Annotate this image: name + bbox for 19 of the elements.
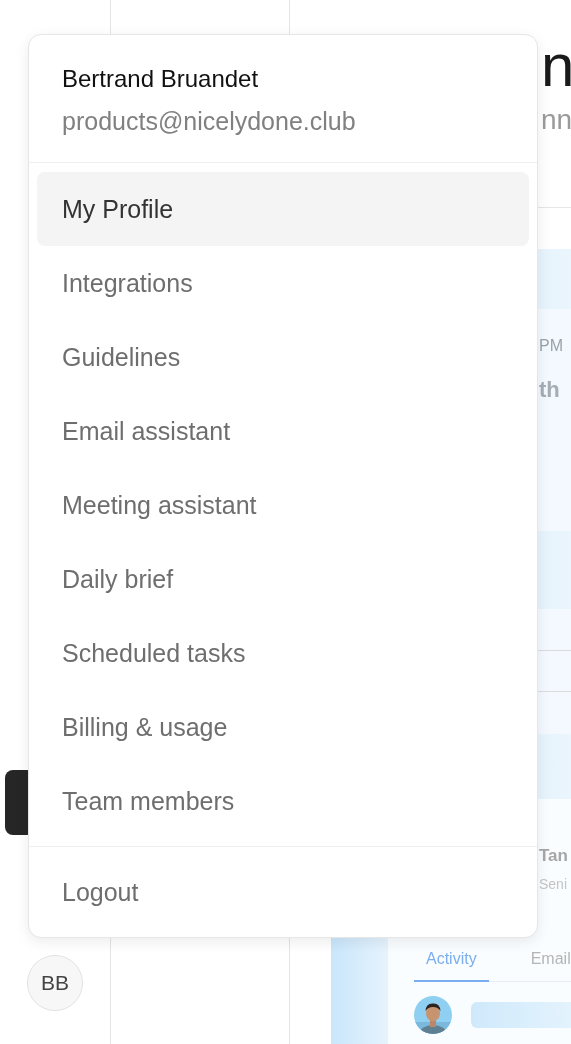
menu-item[interactable]: Daily brief: [37, 542, 529, 617]
user-avatar[interactable]: BB: [27, 955, 83, 1011]
contact-name: Tan: [539, 846, 568, 866]
logout-item[interactable]: Logout: [29, 847, 537, 937]
menu-item[interactable]: My Profile: [37, 172, 529, 247]
menu-item[interactable]: Email assistant: [37, 394, 529, 469]
menu-item[interactable]: Team members: [37, 764, 529, 839]
user-email: products@nicelydone.club: [62, 107, 357, 136]
menu-item[interactable]: Meeting assistant: [37, 468, 529, 543]
menu-item[interactable]: Scheduled tasks: [37, 616, 529, 691]
menu-item[interactable]: Integrations: [37, 246, 529, 321]
menu-item[interactable]: Billing & usage: [37, 690, 529, 765]
page-subtitle: nn: [541, 104, 571, 136]
event-time: PM: [539, 337, 564, 355]
event-title: th: [539, 377, 561, 403]
user-name: Bertrand Bruandet: [62, 65, 260, 93]
page-heading: n: [541, 36, 571, 96]
contact-role: Seni: [539, 876, 568, 892]
menu-item[interactable]: Guidelines: [37, 320, 529, 395]
